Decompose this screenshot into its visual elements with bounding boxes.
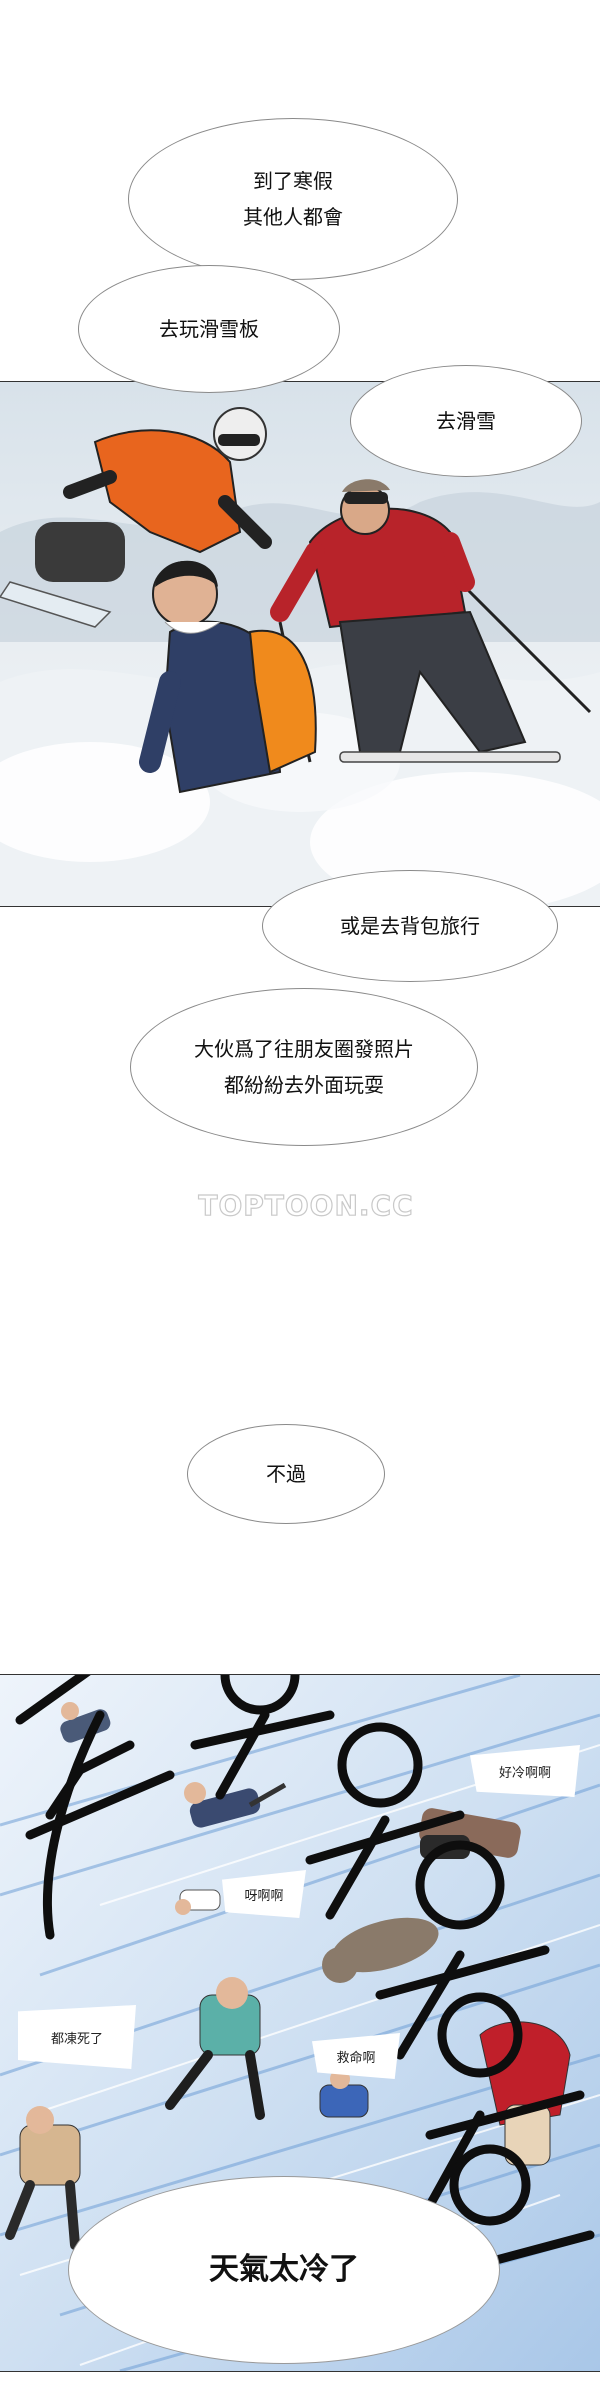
small-bubble-text: 救命啊: [336, 2050, 376, 2066]
speech-bubble-friends-circle: 大伙爲了往朋友圈發照片 都紛紛去外面玩耍: [130, 988, 478, 1146]
watermark: TOPTOON.CC: [198, 1188, 414, 1222]
bubble-text-line: 都紛紛去外面玩耍: [224, 1073, 384, 1097]
speech-bubble-too-cold: 天氣太冷了: [68, 2176, 500, 2364]
speech-bubble-winter-break: 到了寒假 其他人都會: [128, 118, 458, 280]
bubble-text-line: 其他人都會: [243, 205, 343, 229]
bubble-text-line: 到了寒假: [253, 169, 333, 193]
speech-bubble-backpacking: 或是去背包旅行: [262, 870, 558, 982]
speech-bubble-skiing: 去滑雪: [350, 365, 582, 477]
bubble-text: 天氣太冷了: [209, 2252, 359, 2287]
bubble-text: 不過: [266, 1462, 306, 1486]
small-bubble-text: 呀啊啊: [244, 1888, 284, 1904]
speech-bubble-snowboard: 去玩滑雪板: [78, 265, 340, 393]
small-bubble-text: 好冷啊啊: [498, 1765, 551, 1781]
bubble-text: 去玩滑雪板: [159, 317, 259, 341]
speech-bubble-however: 不過: [187, 1424, 385, 1524]
bubble-text: 去滑雪: [436, 409, 496, 433]
small-bubble-text: 都凍死了: [50, 2031, 103, 2047]
bubble-text-line: 大伙爲了往朋友圈發照片: [194, 1037, 414, 1061]
small-bubble-frozen: 都凍死了: [18, 2005, 136, 2069]
bubble-text: 或是去背包旅行: [340, 914, 480, 938]
